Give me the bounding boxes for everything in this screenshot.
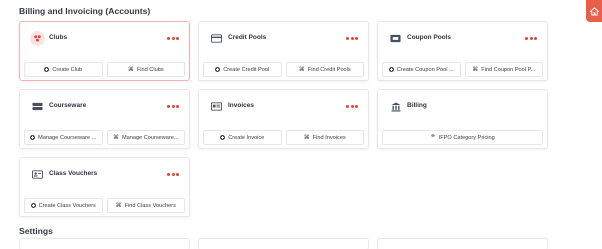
add-icon <box>215 67 221 72</box>
card-title: Coupon Pools <box>407 34 452 41</box>
card-credit-pools[interactable]: Credit Pools Create Credit Pool ⌘ Find Cr… <box>198 21 369 81</box>
card-title: Clubs <box>49 34 68 41</box>
settings-card[interactable] <box>19 238 190 249</box>
create-club-button[interactable]: Create Club <box>24 62 103 77</box>
add-icon <box>220 135 226 140</box>
more-options-icon[interactable] <box>167 173 179 176</box>
card-title: Credit Pools <box>228 34 267 41</box>
bank-icon <box>388 99 403 114</box>
card-billing[interactable]: Billing ⚭ IFPO Category Pricing <box>377 89 548 149</box>
card-invoices[interactable]: Invoices Create Invoice ⌘ Find Invoices <box>198 89 369 149</box>
card-title: Invoices <box>228 102 255 109</box>
card-coupon-pools[interactable]: Coupon Pools Create Coupon Pool ... ⌘ Fin… <box>377 21 548 81</box>
more-options-icon[interactable] <box>167 37 179 40</box>
find-class-vouchers-button[interactable]: ⌘ Find Class Vouchers <box>106 198 185 213</box>
courseware-icon <box>30 99 45 114</box>
add-icon <box>44 67 50 72</box>
ifpo-category-pricing-button[interactable]: ⚭ IFPO Category Pricing <box>382 130 543 145</box>
find-icon: ⌘ <box>472 66 479 73</box>
find-icon: ⌘ <box>112 134 119 141</box>
find-icon: ⌘ <box>303 134 310 141</box>
create-invoice-button[interactable]: Create Invoice <box>203 130 282 145</box>
find-clubs-button[interactable]: ⌘ Find Clubs <box>106 62 185 77</box>
more-options-icon[interactable] <box>346 105 358 108</box>
find-invoices-button[interactable]: ⌘ Find Invoices <box>285 130 364 145</box>
create-credit-pool-button[interactable]: Create Credit Pool <box>203 62 282 77</box>
manage-courseware-button-1[interactable]: Manage Courseware ... <box>24 130 103 145</box>
find-icon: ⌘ <box>115 202 122 209</box>
side-panel-tab[interactable] <box>586 0 602 22</box>
create-coupon-pool-button[interactable]: Create Coupon Pool ... <box>382 62 461 77</box>
card-title: Class Vouchers <box>49 170 98 177</box>
card-courseware[interactable]: Courseware Manage Courseware ... ⌘ Manage… <box>19 89 190 149</box>
find-credit-pools-button[interactable]: ⌘ Find Credit Pools <box>285 62 364 77</box>
create-class-vouchers-button[interactable]: Create Class Vouchers <box>24 198 103 213</box>
card-title: Courseware <box>49 102 87 109</box>
find-icon: ⌘ <box>298 66 305 73</box>
more-options-icon[interactable] <box>346 37 358 40</box>
add-icon <box>30 135 36 140</box>
section-title-billing: Billing and Invoicing (Accounts) <box>19 6 151 16</box>
find-coupon-pool-button[interactable]: ⌘ Find Coupon Pool P... <box>464 62 543 77</box>
section-title-settings: Settings <box>19 226 53 236</box>
settings-card[interactable] <box>377 238 548 249</box>
more-options-icon[interactable] <box>525 37 537 40</box>
manage-courseware-button-2[interactable]: ⌘ Manage Courseware... <box>106 130 185 145</box>
card-class-vouchers[interactable]: Class Vouchers Create Class Vouchers ⌘ Fi… <box>19 157 190 217</box>
add-icon <box>388 67 394 72</box>
link-icon: ⚭ <box>430 133 436 141</box>
more-options-icon[interactable] <box>167 105 179 108</box>
clubs-icon <box>30 31 45 46</box>
card-title: Billing <box>407 102 427 109</box>
home-icon <box>589 6 599 16</box>
settings-card[interactable] <box>198 238 369 249</box>
voucher-icon <box>30 167 45 182</box>
card-clubs[interactable]: Clubs Create Club ⌘ Find Clubs <box>19 21 190 81</box>
find-icon: ⌘ <box>127 66 134 73</box>
credit-card-icon <box>209 31 224 46</box>
invoice-icon <box>209 99 224 114</box>
add-icon <box>30 203 36 208</box>
coupon-icon <box>388 31 403 46</box>
